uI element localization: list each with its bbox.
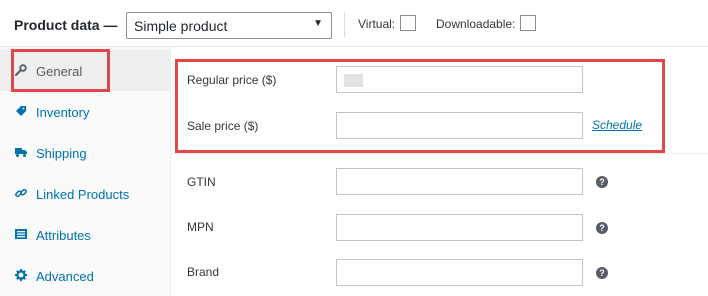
brand-input[interactable]: [336, 259, 583, 286]
gear-icon: [15, 269, 27, 281]
product-type-value: Simple product: [134, 18, 228, 34]
pricing-divider: [171, 153, 708, 154]
tab-shipping-label: Shipping: [36, 146, 87, 161]
tab-inventory-label: Inventory: [36, 105, 90, 120]
header-divider: [344, 12, 345, 37]
mpn-input[interactable]: [336, 214, 583, 241]
link-icon: [15, 188, 27, 198]
brand-label: Brand: [187, 265, 220, 279]
truck-icon: [15, 148, 27, 157]
help-icon[interactable]: ?: [596, 222, 608, 234]
tab-advanced[interactable]: Advanced: [0, 255, 171, 296]
tab-attributes-label: Attributes: [36, 228, 91, 243]
tab-advanced-label: Advanced: [36, 269, 94, 284]
gtin-input[interactable]: [336, 168, 583, 195]
general-tab-highlight: [11, 49, 110, 92]
dropdown-arrow-icon: ▼: [313, 18, 323, 29]
virtual-label: Virtual:: [358, 17, 396, 31]
virtual-checkbox[interactable]: [400, 15, 416, 31]
gtin-label: GTIN: [187, 175, 216, 189]
mpn-label: MPN: [187, 220, 214, 234]
tab-linked-products-label: Linked Products: [36, 187, 130, 202]
downloadable-checkbox[interactable]: [520, 15, 536, 31]
product-type-select[interactable]: Simple product ▼: [126, 12, 332, 39]
product-data-header: Product data — Simple product ▼ Virtual:…: [0, 0, 708, 47]
tab-inventory[interactable]: Inventory: [0, 91, 171, 132]
tab-attributes[interactable]: Attributes: [0, 214, 171, 255]
help-icon[interactable]: ?: [596, 267, 608, 279]
tab-shipping[interactable]: Shipping: [0, 132, 171, 173]
list-icon: [15, 229, 27, 239]
downloadable-label: Downloadable:: [436, 17, 516, 31]
tab-linked-products[interactable]: Linked Products: [0, 173, 171, 214]
tag-icon: [16, 106, 26, 116]
pricing-fields-highlight: [175, 59, 665, 153]
product-data-title: Product data —: [14, 17, 118, 33]
help-icon[interactable]: ?: [596, 176, 608, 188]
